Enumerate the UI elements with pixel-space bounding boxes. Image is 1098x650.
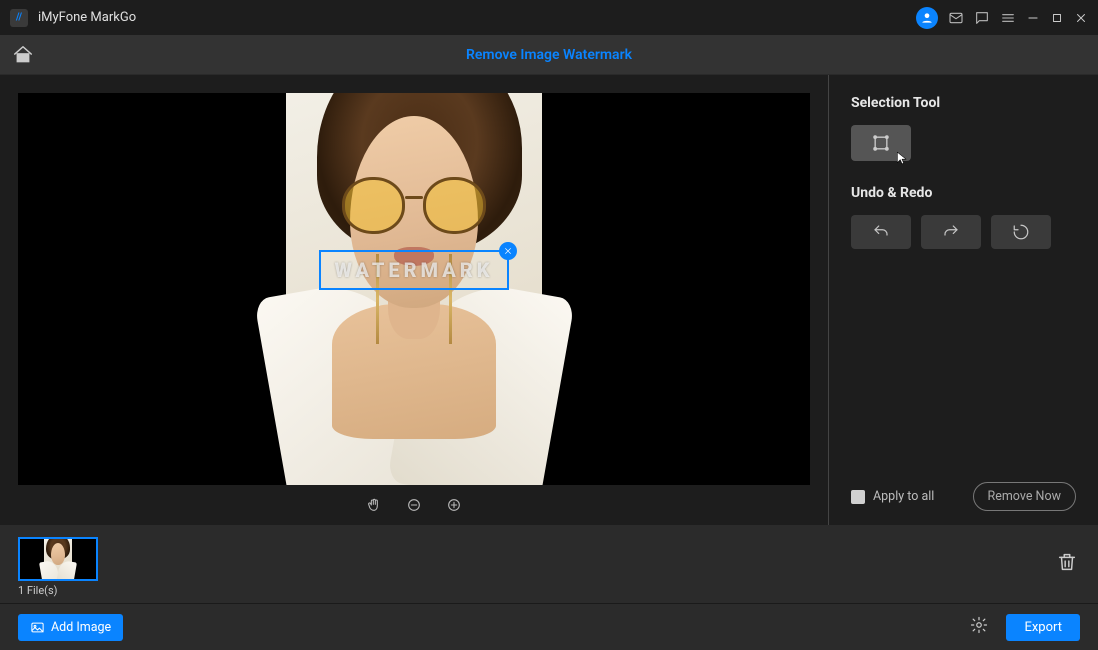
canvas-viewport[interactable]: WATERMARK [18,93,810,485]
zoom-out-button[interactable] [405,496,423,514]
file-count-label: 1 File(s) [18,584,57,597]
watermark-selection-box[interactable]: WATERMARK [319,250,509,290]
feedback-button[interactable] [974,10,990,26]
selection-close-button[interactable] [499,242,517,260]
close-button[interactable] [1074,11,1088,25]
rectangle-select-tool[interactable] [851,125,911,161]
home-icon [12,44,34,66]
minimize-icon [1026,11,1040,25]
workspace: WATERMARK [0,75,1098,525]
apply-to-all-label: Apply to all [873,489,934,504]
hamburger-icon [1000,10,1016,26]
maximize-button[interactable] [1050,11,1064,25]
x-icon [503,246,513,256]
thumbnail-item[interactable] [18,537,98,581]
image-detail [342,177,485,238]
export-button[interactable]: Export [1006,614,1080,641]
zoom-in-button[interactable] [445,496,463,514]
user-account-button[interactable] [916,7,938,29]
selection-tool-title: Selection Tool [851,95,1076,111]
zoom-in-icon [446,497,462,513]
close-icon [1074,11,1088,25]
redo-icon [942,223,960,241]
settings-button[interactable] [970,616,988,638]
footer-bar: Add Image Export [0,603,1098,650]
menu-button[interactable] [1000,10,1016,26]
tab-strip: Remove Image Watermark [0,35,1098,75]
add-image-button[interactable]: Add Image [18,614,123,641]
reset-button[interactable] [991,215,1051,249]
undo-button[interactable] [851,215,911,249]
right-sidebar: Selection Tool Undo & Redo Apply to all [828,75,1098,525]
loaded-image[interactable]: WATERMARK [286,93,542,477]
selection-handle[interactable] [319,250,329,260]
app-title: iMyFone MarkGo [38,10,916,25]
home-button[interactable] [12,44,34,66]
hand-icon [366,497,382,513]
undo-icon [872,223,890,241]
canvas-panel: WATERMARK [0,75,828,525]
watermark-text: WATERMARK [321,252,507,288]
zoom-out-icon [406,497,422,513]
redo-button[interactable] [921,215,981,249]
maximize-icon [1050,11,1064,25]
undo-redo-title: Undo & Redo [851,185,1076,201]
active-tab-title: Remove Image Watermark [34,47,1064,63]
mail-button[interactable] [948,10,964,26]
trash-icon [1056,551,1078,573]
minimize-button[interactable] [1026,11,1040,25]
gear-icon [970,616,988,634]
add-image-label: Add Image [51,620,111,635]
image-icon [30,620,45,635]
selection-handle[interactable] [319,280,329,290]
rect-select-icon [871,133,891,153]
mail-icon [948,10,964,26]
remove-now-button[interactable]: Remove Now [973,482,1076,511]
delete-button[interactable] [1056,551,1078,577]
pan-tool-button[interactable] [365,496,383,514]
user-icon [920,11,934,25]
apply-to-all-checkbox[interactable] [851,490,865,504]
canvas-tools [18,485,810,525]
sidebar-bottom-row: Apply to all Remove Now [851,482,1076,511]
chat-icon [974,10,990,26]
title-bar: // iMyFone MarkGo [0,0,1098,35]
app-logo-icon: // [10,9,28,27]
reset-icon [1012,223,1030,241]
film-strip: 1 File(s) [0,525,1098,603]
selection-handle[interactable] [499,280,509,290]
